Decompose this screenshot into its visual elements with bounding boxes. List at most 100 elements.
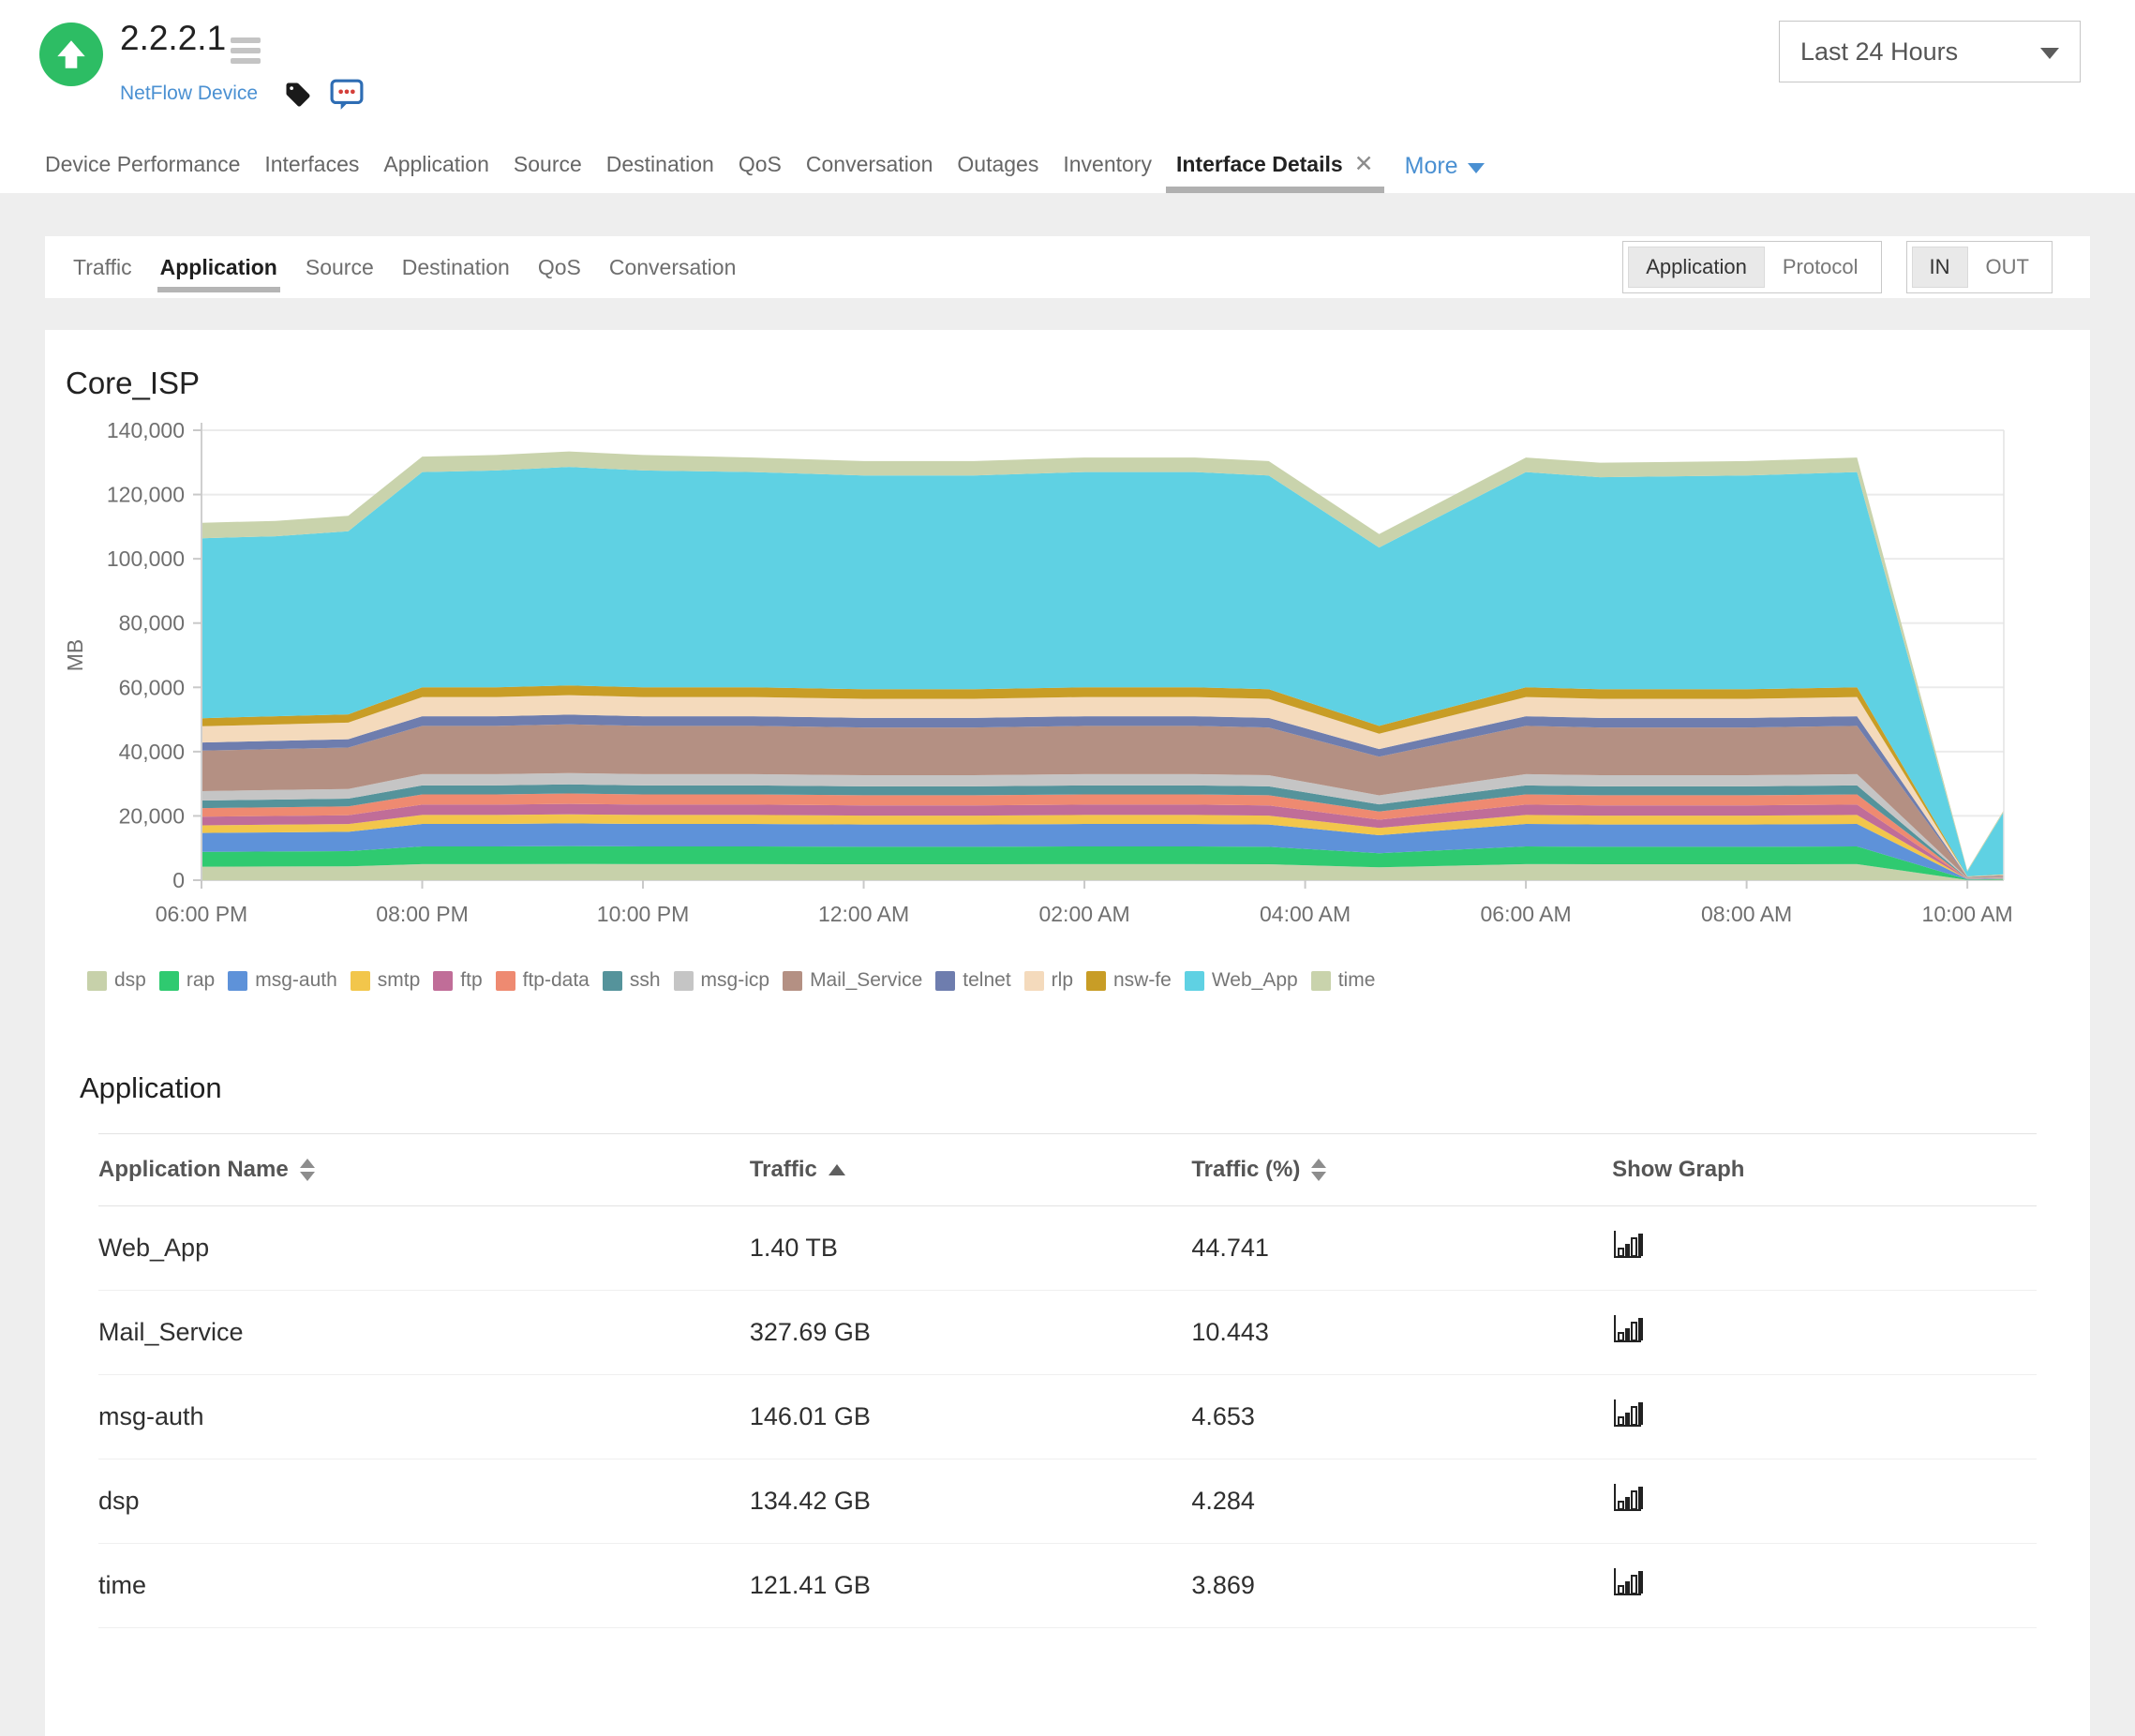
sort-ascending-icon[interactable]: [828, 1164, 845, 1175]
tab-application[interactable]: Application: [371, 139, 501, 193]
cell-traffic-pct: 4.284: [1191, 1487, 1255, 1515]
y-tick-label: 20,000: [119, 803, 185, 828]
show-graph-button[interactable]: [1612, 1483, 1646, 1513]
legend-item-msg-auth[interactable]: msg-auth: [228, 969, 337, 992]
legend-swatch: [350, 970, 370, 991]
legend-item-smtp[interactable]: smtp: [350, 969, 421, 992]
show-graph-button[interactable]: [1612, 1314, 1646, 1344]
y-tick-label: 100,000: [107, 546, 185, 571]
device-type-link[interactable]: NetFlow Device: [120, 82, 258, 105]
column-header-traffic[interactable]: Traffic: [750, 1157, 1192, 1183]
x-tick-label: 08:00 AM: [1701, 902, 1792, 926]
device-title: 2.2.2.1: [120, 19, 227, 57]
subtab-destination[interactable]: Destination: [402, 255, 510, 280]
table-section-title: Application: [80, 1071, 222, 1104]
device-status-up-icon: [39, 22, 103, 86]
table-header-row: Application Name Traffic Traffic (%) Sho…: [98, 1134, 2037, 1206]
legend-item-rlp[interactable]: rlp: [1023, 969, 1073, 992]
nav-more-menu[interactable]: More: [1396, 139, 1494, 193]
legend-item-telnet[interactable]: telnet: [935, 969, 1011, 992]
y-tick-label: 60,000: [119, 675, 185, 699]
close-icon[interactable]: ✕: [1354, 151, 1374, 177]
cell-traffic-pct: 4.653: [1191, 1402, 1255, 1430]
x-tick-label: 06:00 PM: [156, 902, 247, 926]
chart-title: Core_ISP: [66, 366, 201, 400]
legend-swatch: [1086, 970, 1106, 991]
y-tick-label: 80,000: [119, 611, 185, 636]
legend-label: ftp: [460, 969, 483, 991]
legend-label: smtp: [377, 969, 421, 991]
y-tick-label: 40,000: [119, 740, 185, 764]
tab-destination[interactable]: Destination: [594, 139, 726, 193]
table-row-dsp: dsp 134.42 GB 4.284: [98, 1459, 2037, 1544]
time-range-dropdown[interactable]: Last 24 Hours: [1779, 21, 2081, 82]
tab-interface-details[interactable]: Interface Details ✕: [1164, 139, 1386, 193]
legend-item-ssh[interactable]: ssh: [602, 969, 661, 992]
view-application-button[interactable]: Application: [1628, 247, 1765, 288]
x-tick-label: 10:00 PM: [597, 902, 689, 926]
interface-details-card: Core_ISP 0 20,000 40,000 60,000 80,000 100,00…: [45, 330, 2090, 1736]
legend-label: telnet: [963, 969, 1011, 991]
sort-icon[interactable]: [1311, 1159, 1327, 1181]
legend-label: time: [1337, 969, 1376, 991]
legend-item-ftp[interactable]: ftp: [433, 969, 483, 992]
y-tick-label: 0: [172, 868, 185, 892]
view-protocol-button[interactable]: Protocol: [1765, 247, 1876, 288]
cell-traffic: 146.01 GB: [749, 1402, 871, 1430]
comment-icon[interactable]: [330, 79, 364, 115]
show-graph-button[interactable]: [1612, 1399, 1646, 1429]
tab-outages[interactable]: Outages: [945, 139, 1051, 193]
tag-icon[interactable]: [284, 81, 312, 113]
legend-label: msg-auth: [255, 969, 337, 991]
up-arrow-icon: [57, 40, 85, 68]
tab-source[interactable]: Source: [501, 139, 594, 193]
legend-item-dsp[interactable]: dsp: [87, 969, 146, 992]
legend-item-mail-service[interactable]: Mail_Service: [783, 969, 922, 992]
direction-in-button[interactable]: IN: [1911, 247, 1968, 288]
main-nav: Device Performance Interfaces Application S…: [0, 139, 2135, 193]
direction-out-button[interactable]: OUT: [1968, 247, 2047, 288]
app-header: 2.2.2.1 NetFlow Device Last 24 Hours: [0, 0, 2135, 139]
legend-label: ftp-data: [522, 969, 590, 991]
show-graph-button[interactable]: [1612, 1230, 1646, 1260]
tab-qos[interactable]: QoS: [726, 139, 794, 193]
legend-swatch: [1184, 970, 1204, 991]
subtab-conversation[interactable]: Conversation: [609, 255, 737, 280]
subtab-source[interactable]: Source: [306, 255, 374, 280]
column-header-application-name[interactable]: Application Name: [98, 1157, 750, 1183]
legend-item-ftp-data[interactable]: ftp-data: [495, 969, 590, 992]
column-header-show-graph: Show Graph: [1612, 1157, 1745, 1182]
subtab-traffic[interactable]: Traffic: [73, 255, 132, 280]
x-tick-label: 08:00 PM: [376, 902, 468, 926]
legend-label: Web_App: [1211, 969, 1298, 991]
legend-item-time[interactable]: time: [1310, 969, 1376, 992]
toggle-area: Application Protocol IN OUT: [1622, 241, 2053, 293]
device-menu-icon[interactable]: [231, 37, 261, 64]
cell-traffic: 134.42 GB: [749, 1487, 871, 1515]
legend-label: Mail_Service: [810, 969, 923, 991]
legend-swatch: [783, 970, 803, 991]
cell-traffic-pct: 3.869: [1191, 1571, 1255, 1599]
x-tick-label: 04:00 AM: [1260, 902, 1351, 926]
column-header-traffic-pct[interactable]: Traffic (%): [1191, 1157, 1612, 1183]
sort-icon[interactable]: [299, 1159, 315, 1181]
legend-item-msg-icp[interactable]: msg-icp: [673, 969, 769, 992]
tab-inventory[interactable]: Inventory: [1051, 139, 1164, 193]
y-tick-label: 120,000: [107, 483, 185, 507]
legend-swatch: [158, 970, 179, 991]
tab-conversation[interactable]: Conversation: [794, 139, 946, 193]
cell-traffic-pct: 10.443: [1191, 1318, 1269, 1346]
subtab-qos[interactable]: QoS: [538, 255, 581, 280]
show-graph-button[interactable]: [1612, 1567, 1646, 1597]
legend-item-rap[interactable]: rap: [158, 969, 215, 992]
tab-interfaces[interactable]: Interfaces: [252, 139, 371, 193]
x-tick-label: 12:00 AM: [818, 902, 909, 926]
legend-swatch: [1310, 970, 1331, 991]
x-tick-label: 10:00 AM: [1922, 902, 2013, 926]
tab-device-performance[interactable]: Device Performance: [33, 139, 252, 193]
legend-item-nsw-fe[interactable]: nsw-fe: [1086, 969, 1172, 992]
table-row-mail-service: Mail_Service 327.69 GB 10.443: [98, 1291, 2037, 1375]
subtab-application[interactable]: Application: [157, 255, 281, 292]
legend-item-web-app[interactable]: Web_App: [1184, 969, 1298, 992]
cell-application-name: Mail_Service: [98, 1318, 244, 1346]
